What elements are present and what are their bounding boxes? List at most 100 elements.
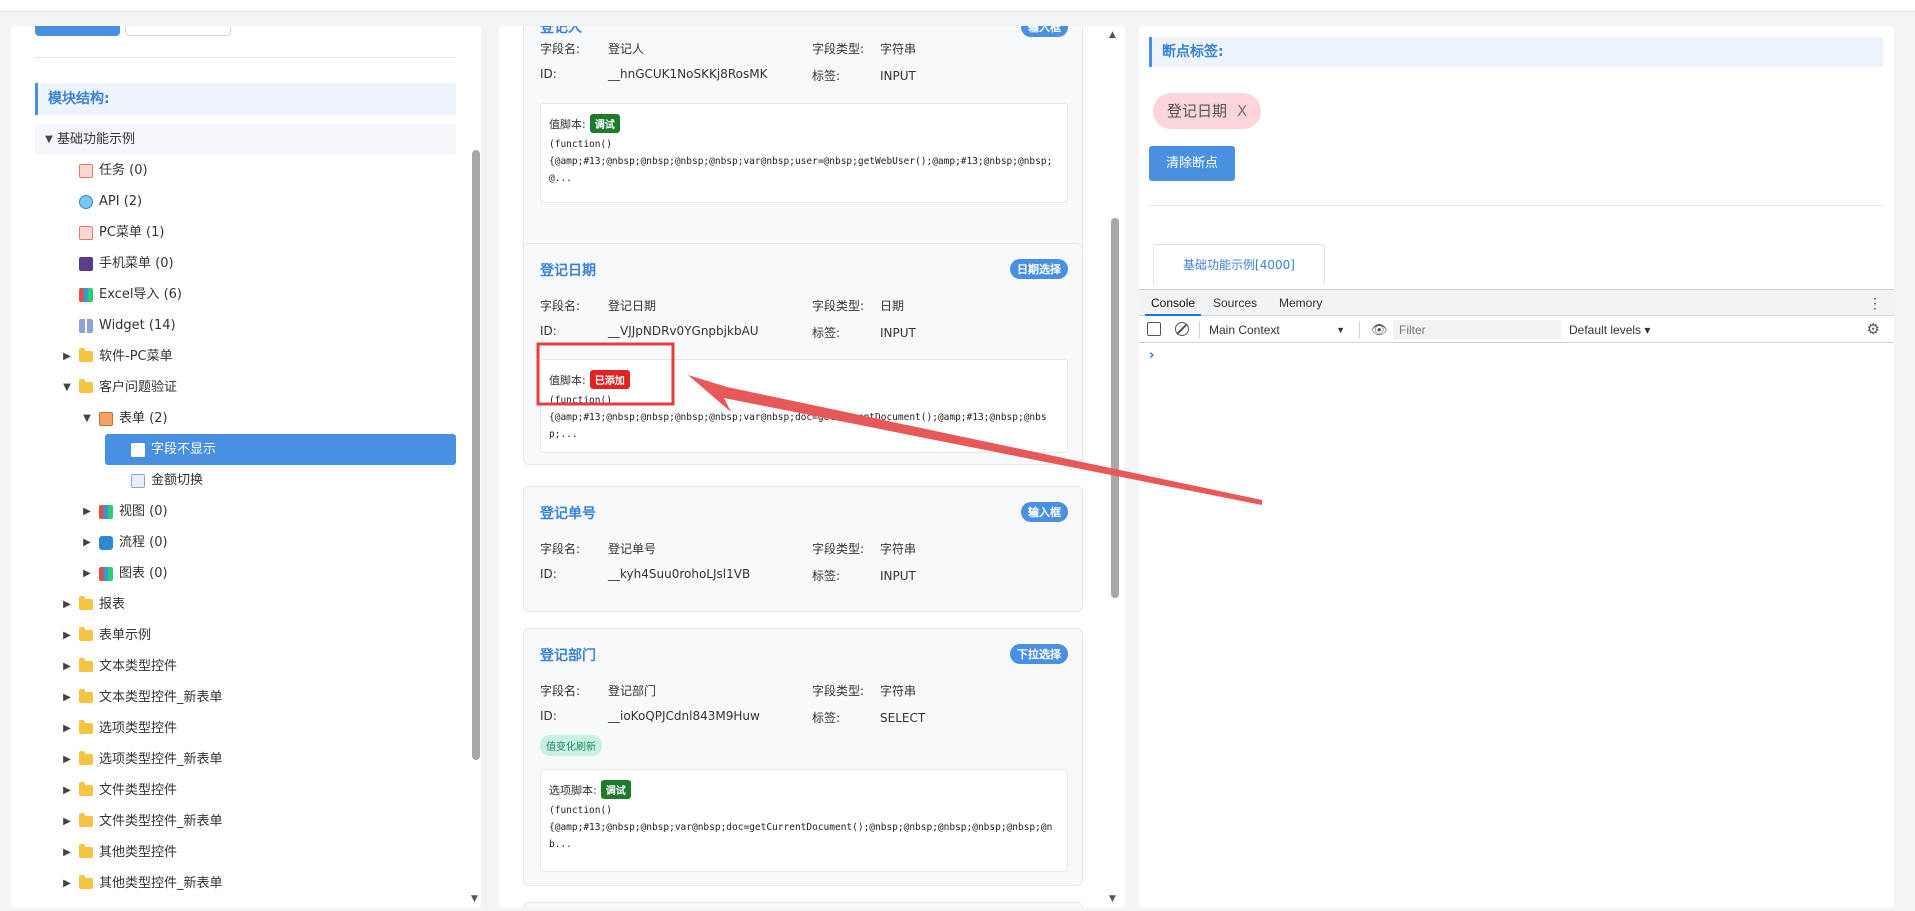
field-card[interactable]: 登记日期 日期选择 字段名: 登记日期 字段类型: 日期 ID: __VJJpNDRv… bbox=[523, 243, 1083, 465]
tree-node[interactable]: ▶ 文本类型控件_新表单 bbox=[35, 682, 456, 713]
tree-node[interactable]: ▶ 其他类型控件 bbox=[35, 837, 456, 868]
field-list-scrollbar-thumb[interactable] bbox=[1111, 218, 1119, 598]
tree-node[interactable]: Widget (14) bbox=[35, 310, 456, 341]
tree-node-label: 报表 bbox=[99, 597, 126, 612]
context-selector[interactable]: Main Context ▼ bbox=[1209, 317, 1345, 343]
expand-right-icon[interactable]: ▶ bbox=[59, 775, 75, 806]
added-tag[interactable]: 已添加 bbox=[589, 370, 630, 389]
expand-right-icon[interactable]: ▶ bbox=[79, 496, 95, 527]
tree-node[interactable]: ▶ 选项类型控件 bbox=[35, 713, 456, 744]
field-type-row: 字段类型: 字符串 bbox=[812, 540, 916, 557]
form-icon bbox=[99, 411, 113, 426]
expand-down-icon[interactable]: ▼ bbox=[41, 124, 57, 155]
console-prompt[interactable]: › bbox=[1149, 348, 1154, 363]
tree-node[interactable]: ▶ 图表 (0) bbox=[35, 558, 456, 589]
expand-right-icon[interactable]: ▶ bbox=[59, 713, 75, 744]
field-card[interactable]: 登记人 输入框 字段名: 登记人 字段类型: 字符串 ID: __hnGCUK1NoS… bbox=[523, 26, 1083, 254]
more-options-icon[interactable]: ⋮ bbox=[1868, 295, 1882, 312]
tree-node[interactable]: Excel导入 (6) bbox=[35, 279, 456, 310]
scroll-up-arrow-icon[interactable]: ▲ bbox=[1109, 30, 1116, 40]
tree-node-label: 文本类型控件_新表单 bbox=[99, 690, 223, 705]
expand-down-icon[interactable]: ▼ bbox=[79, 403, 95, 434]
field-card-title: 登记部门 bbox=[540, 648, 596, 664]
script-label: 值脚本: bbox=[549, 118, 586, 131]
field-name-value: 登记单号 bbox=[608, 542, 657, 556]
field-name-value: 登记部门 bbox=[608, 684, 657, 698]
tree-node[interactable]: 金额切换 bbox=[105, 465, 456, 496]
field-type-badge: 下拉选择 bbox=[1010, 644, 1068, 664]
value-script-box: 值脚本: 已添加 (function() {@amp;#13;@nbsp;@nbs… bbox=[540, 359, 1068, 453]
sidebar-toggle-icon[interactable] bbox=[1147, 322, 1161, 336]
id-row: ID: __hnGCUK1NoSKKj8RosMK bbox=[540, 67, 767, 81]
tree-node[interactable]: ▶ 选项类型控件_新表单 bbox=[35, 744, 456, 775]
doc-icon bbox=[79, 225, 93, 240]
clear-console-icon[interactable] bbox=[1175, 322, 1189, 336]
tree-scrollbar-thumb[interactable] bbox=[472, 150, 480, 760]
tree-node[interactable]: API (2) bbox=[35, 186, 456, 217]
tree-node[interactable]: ▶ 文件类型控件_新表单 bbox=[35, 806, 456, 837]
filter-input[interactable] bbox=[1393, 320, 1561, 340]
eye-icon[interactable]: 👁 bbox=[1371, 322, 1388, 338]
breakpoint-panel: 断点标签: 登记日期 X 清除断点 基础功能示例[4000] Console So… bbox=[1139, 26, 1894, 908]
primary-action-button[interactable] bbox=[35, 26, 120, 36]
secondary-action-button[interactable] bbox=[125, 26, 231, 36]
expand-right-icon[interactable]: ▶ bbox=[79, 527, 95, 558]
tree-node[interactable]: ▶ 文本类型控件 bbox=[35, 651, 456, 682]
tree-node[interactable]: ▶ 流程 (0) bbox=[35, 527, 456, 558]
tab-sources[interactable]: Sources bbox=[1207, 290, 1263, 316]
tree-node[interactable]: ▶ 其他类型控件_新表单 bbox=[35, 868, 456, 899]
tree-node[interactable]: ▶ 文件类型控件 bbox=[35, 775, 456, 806]
tree-node-label: 其他类型控件 bbox=[99, 845, 178, 860]
close-icon[interactable]: X bbox=[1237, 102, 1247, 120]
debug-tag[interactable]: 调试 bbox=[589, 114, 620, 133]
expand-right-icon[interactable]: ▶ bbox=[59, 806, 75, 837]
tab-memory[interactable]: Memory bbox=[1273, 290, 1328, 316]
field-type-badge: 日期选择 bbox=[1010, 259, 1068, 279]
tab-console[interactable]: Console bbox=[1145, 290, 1202, 316]
expand-right-icon[interactable]: ▶ bbox=[59, 620, 75, 651]
log-levels-dropdown[interactable]: Default levels ▾ bbox=[1569, 317, 1650, 343]
expand-right-icon[interactable]: ▶ bbox=[59, 837, 75, 868]
tree-node[interactable]: ▶ 报表 bbox=[35, 589, 456, 620]
tree-node-label: 手机菜单 (0) bbox=[99, 256, 174, 271]
expand-right-icon[interactable]: ▶ bbox=[59, 589, 75, 620]
field-type-value: 字符串 bbox=[880, 542, 917, 556]
field-card[interactable]: 登记单号 输入框 字段名: 登记单号 字段类型: 字符串 ID: __kyh4Suu0… bbox=[523, 486, 1083, 612]
tree-node[interactable]: ▼ 表单 (2) bbox=[35, 403, 456, 434]
scroll-down-arrow-icon[interactable]: ▼ bbox=[471, 894, 478, 904]
field-card[interactable]: 登记部门 下拉选择 字段名: 登记部门 字段类型: 字符串 ID: __ioKoQPJ… bbox=[523, 628, 1083, 886]
script-label: 选项脚本: bbox=[549, 784, 597, 797]
debug-tag[interactable]: 调试 bbox=[600, 780, 631, 799]
tree-node-label: 表单示例 bbox=[99, 628, 152, 643]
tree-node[interactable]: 字段不显示 bbox=[105, 434, 456, 465]
tree-node[interactable]: PC菜单 (1) bbox=[35, 217, 456, 248]
field-card[interactable] bbox=[523, 902, 1083, 908]
tree-node[interactable]: 手机菜单 (0) bbox=[35, 248, 456, 279]
tree-node[interactable]: ▼ 客户问题验证 bbox=[35, 372, 456, 403]
expand-right-icon[interactable]: ▶ bbox=[59, 682, 75, 713]
expand-down-icon[interactable]: ▼ bbox=[59, 372, 75, 403]
tree-node[interactable]: ▶ 视图 (0) bbox=[35, 496, 456, 527]
expand-right-icon[interactable]: ▶ bbox=[79, 558, 95, 589]
field-name-row: 字段名: 登记日期 bbox=[540, 297, 656, 314]
tag-label: 标签: bbox=[812, 569, 841, 583]
expand-right-icon[interactable]: ▶ bbox=[59, 868, 75, 899]
tree-node[interactable]: ▼ 基础功能示例 bbox=[35, 124, 456, 155]
clear-breakpoints-button[interactable]: 清除断点 bbox=[1149, 146, 1235, 181]
expand-right-icon[interactable]: ▶ bbox=[59, 341, 75, 372]
expand-right-icon[interactable]: ▶ bbox=[59, 651, 75, 682]
tag-label: 标签: bbox=[812, 69, 841, 83]
tag-row: 标签: SELECT bbox=[812, 709, 925, 726]
toolbar-divider bbox=[1359, 321, 1360, 339]
scroll-down-arrow-icon[interactable]: ▼ bbox=[1109, 894, 1116, 904]
tree-node[interactable]: 任务 (0) bbox=[35, 155, 456, 186]
field-type-row: 字段类型: 字符串 bbox=[812, 682, 916, 699]
module-tab[interactable]: 基础功能示例[4000] bbox=[1153, 244, 1325, 284]
tree-node[interactable]: ▶ 表单示例 bbox=[35, 620, 456, 651]
expand-right-icon[interactable]: ▶ bbox=[59, 744, 75, 775]
tree-node[interactable]: ▶ 软件-PC菜单 bbox=[35, 341, 456, 372]
gear-icon[interactable]: ⚙ bbox=[1867, 320, 1880, 338]
field-name-label: 字段名: bbox=[540, 42, 581, 56]
breakpoint-chip[interactable]: 登记日期 X bbox=[1153, 93, 1262, 129]
id-value: __VJJpNDRv0YGnpbjkbAU bbox=[608, 324, 759, 338]
